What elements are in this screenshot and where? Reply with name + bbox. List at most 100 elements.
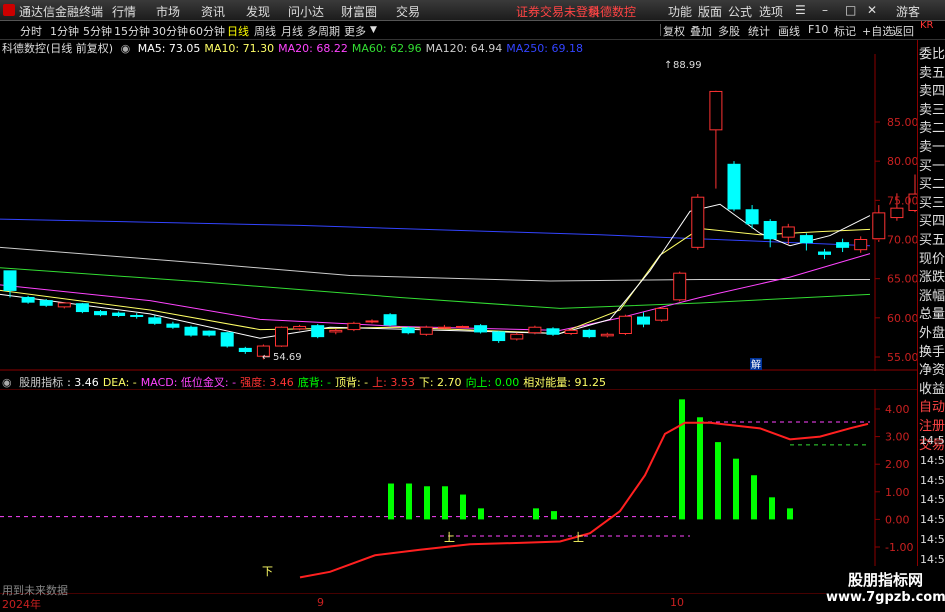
close-icon[interactable]: ✕	[867, 3, 877, 17]
candle	[437, 326, 451, 329]
menu-gongneng[interactable]: 功能	[668, 3, 692, 20]
candle	[546, 328, 560, 335]
period-multi[interactable]: 多周期	[307, 23, 340, 39]
side-panel-item-10[interactable]: 买五	[919, 229, 945, 248]
side-panel-item-11[interactable]: 现价	[919, 248, 945, 267]
indicator-legend-item-3: MACD: 低位金叉: -	[140, 376, 237, 389]
watermark-line1: 股朋指标网	[847, 571, 923, 589]
side-panel-item-4[interactable]: 卖二	[919, 117, 945, 136]
period-15min[interactable]: 15分钟	[114, 23, 150, 39]
price-tick-label: 65.00	[887, 273, 917, 286]
indicator-tick-label: -1.00	[885, 541, 913, 554]
candle	[311, 325, 325, 338]
candle	[799, 235, 813, 244]
side-panel-item-5[interactable]: 卖一	[919, 136, 945, 155]
app-title: 通达信金融终端	[19, 5, 104, 19]
side-panel-item-2[interactable]: 卖四	[919, 80, 945, 99]
low-price-label: 54.69	[273, 352, 302, 363]
menu-icon[interactable]: ☰	[795, 3, 806, 17]
side-panel-item-1[interactable]: 卖五	[919, 62, 945, 81]
menu-wenxiaoda[interactable]: 问小达	[288, 3, 324, 20]
candle	[148, 317, 162, 324]
indicator-bar	[442, 486, 448, 520]
side-panel-item-18[interactable]: 收益	[919, 378, 945, 397]
side-panel-item-8[interactable]: 买三	[919, 192, 945, 211]
candle	[220, 332, 234, 347]
side-panel-item-6[interactable]: 买一	[919, 155, 945, 174]
menu-xuanxiang[interactable]: 选项	[759, 3, 783, 20]
time-label-year: 2024年	[2, 598, 41, 611]
price-tick-label: 70.00	[887, 234, 917, 247]
menu-faxian[interactable]: 发现	[246, 3, 270, 20]
menu-shichang[interactable]: 市场	[156, 3, 180, 20]
candle	[691, 196, 705, 248]
menu-caifuquan[interactable]: 财富圈	[341, 3, 377, 20]
tool-fuquan[interactable]: 复权	[663, 23, 685, 39]
candle	[184, 326, 198, 336]
tool-huaxian[interactable]: 画线	[778, 23, 800, 39]
tool-biaoji[interactable]: 标记	[834, 23, 856, 39]
indicator-bar	[406, 483, 412, 520]
side-panel-item-14[interactable]: 总量	[919, 303, 945, 322]
candle	[673, 272, 687, 301]
indicator-legend-item-8: 下: 2.70	[418, 376, 462, 389]
period-month[interactable]: 月线	[281, 23, 303, 39]
side-panel-item-12[interactable]: 涨跌	[919, 266, 945, 285]
candle	[456, 325, 469, 328]
tool-f10[interactable]: F10	[808, 23, 828, 36]
candle	[727, 163, 741, 210]
app-logo-icon	[3, 4, 15, 16]
indicator-bar	[769, 497, 775, 520]
side-panel-item-9[interactable]: 买四	[919, 210, 945, 229]
side-panel-item-17[interactable]: 净资	[919, 359, 945, 378]
period-30min[interactable]: 30分钟	[152, 23, 188, 39]
indicator-settings-icon[interactable]: ◉	[2, 376, 12, 389]
indicator-bar	[715, 442, 721, 520]
period-5min[interactable]: 5分钟	[83, 23, 112, 39]
candle	[600, 333, 614, 337]
candle	[492, 331, 506, 342]
menu-jiaoyi[interactable]: 交易	[396, 3, 420, 20]
period-60min[interactable]: 60分钟	[189, 23, 225, 39]
candle	[112, 312, 126, 316]
period-fenshi[interactable]: 分时	[20, 23, 42, 39]
side-panel-item-0[interactable]: 委比	[919, 43, 945, 62]
candle	[238, 347, 252, 353]
tool-diejia[interactable]: 叠加	[690, 23, 712, 39]
price-tick-label: 55.00	[887, 351, 917, 364]
side-panel-item-16[interactable]: 换手	[919, 341, 945, 360]
tool-tongji[interactable]: 统计	[748, 23, 770, 39]
price-chart[interactable]: 85.00 80.00 75.00 70.00 65.00 60.00 55.00 88.9…	[0, 54, 917, 371]
tool-add-watchlist[interactable]: +自选	[862, 23, 893, 39]
candle	[21, 296, 35, 303]
indicator-legend-item-1: : 3.46	[67, 376, 99, 389]
side-panel-time: 14:56	[920, 434, 945, 447]
guest-button[interactable]: 游客	[896, 3, 920, 20]
maximize-icon[interactable]: □	[845, 3, 856, 17]
tool-back[interactable]: 返回	[892, 23, 914, 39]
period-1min[interactable]: 1分钟	[50, 23, 79, 39]
tool-duogu[interactable]: 多股	[718, 23, 740, 39]
side-panel-item-15[interactable]: 外盘	[919, 322, 945, 341]
minimize-icon[interactable]: –	[822, 3, 828, 17]
side-panel-item-13[interactable]: 涨幅	[919, 285, 945, 304]
period-day[interactable]: 日线	[227, 23, 249, 39]
menu-hangqing[interactable]: 行情	[112, 3, 136, 20]
menu-gongshi[interactable]: 公式	[728, 3, 752, 20]
side-panel-item-3[interactable]: 卖三	[919, 99, 945, 118]
side-panel-item-7[interactable]: 买二	[919, 173, 945, 192]
period-more[interactable]: 更多	[344, 23, 366, 39]
candle	[854, 239, 868, 251]
menu-zixun[interactable]: 资讯	[201, 3, 225, 20]
side-panel-item-20[interactable]: 注册	[919, 415, 945, 434]
candle	[836, 242, 850, 248]
indicator-chart[interactable]: 4.00 3.00 2.00 1.00 0.00 -1.00 上 上 下	[0, 389, 917, 594]
indicator-legend-item-2: DEA: -	[102, 376, 137, 389]
side-panel-item-19[interactable]: 自动	[919, 396, 945, 415]
indicator-tick-label: 4.00	[885, 403, 910, 416]
period-week[interactable]: 周线	[254, 23, 276, 39]
menu-banmian[interactable]: 版面	[698, 3, 722, 20]
candle	[872, 212, 886, 240]
up-signal-label: 上	[444, 531, 455, 544]
chevron-down-icon[interactable]: ▼	[370, 25, 377, 35]
